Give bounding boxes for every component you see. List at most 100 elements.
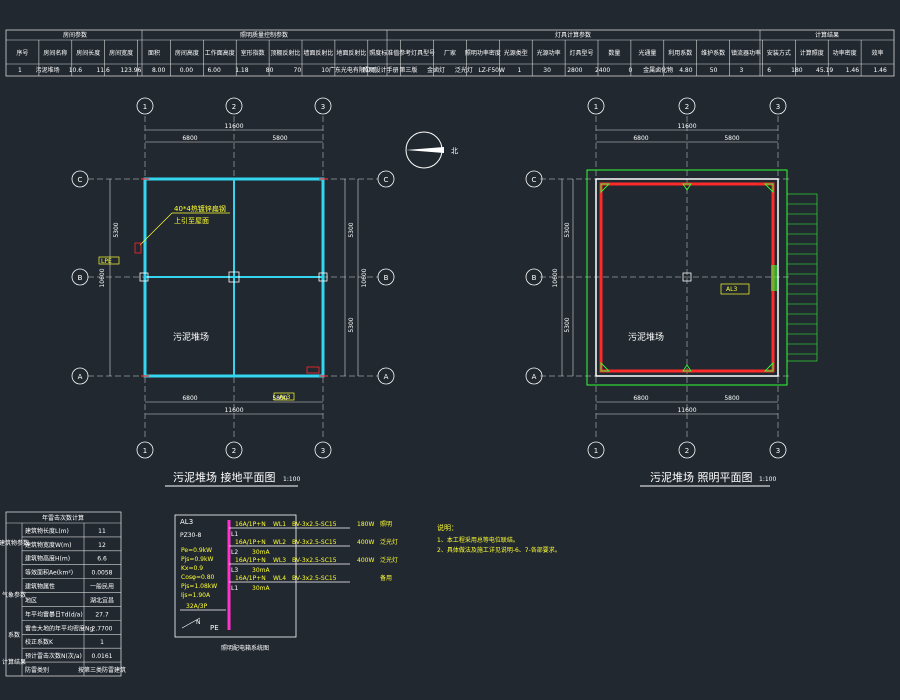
table-cell: 11.6: [96, 67, 110, 74]
panel-param: Pjs=0.9kW: [181, 556, 213, 563]
dim-right-a: 5300: [348, 222, 355, 237]
calc-label: 地区: [25, 596, 37, 604]
col-header: 房间长度: [76, 49, 100, 57]
notes-title: 说明：: [437, 523, 458, 532]
col-header: 维护系数: [701, 49, 725, 57]
calc-value: 按第三类防雷建筑: [78, 666, 126, 674]
calc-side-label: 系数: [8, 631, 20, 639]
table-cell: 180: [791, 67, 803, 74]
table-cell: 6.00: [207, 67, 221, 74]
table-cell: 金属卤化物: [643, 66, 673, 74]
circuit-id: WL3: [273, 557, 286, 564]
axis-label-row: C: [532, 176, 537, 184]
axis-label-col: 1: [594, 103, 598, 111]
col-header: 功率密度: [833, 49, 857, 57]
rdim-left-b: 5300: [564, 317, 571, 332]
axis-label-row: B: [532, 274, 537, 282]
col-header: 地面反射比: [336, 49, 366, 57]
table-cell: 50: [710, 67, 718, 74]
calc-label: 雷击大地的年平均密度Ng: [25, 624, 93, 632]
rdim-bottom-b: 5800: [724, 395, 739, 402]
panel-caption: 照明配电箱系统图: [221, 644, 269, 652]
panel-param: Pjs=1.08kW: [181, 583, 217, 590]
col-header: 效率: [872, 49, 884, 57]
calc-value: 湖北宜昌: [90, 596, 114, 604]
panel-name: AL3: [180, 518, 193, 526]
col-header: 序号: [16, 49, 28, 57]
calc-value: 12: [98, 542, 106, 549]
circuit-phase: L1: [231, 531, 238, 538]
dim-top-b: 5800: [272, 135, 287, 142]
table-cell: 70: [294, 67, 302, 74]
circuit-load: 400W: [357, 557, 374, 564]
group-header-room: 房间参数: [63, 31, 87, 39]
col-header: 厂家: [444, 49, 456, 57]
axis-label-col: 1: [143, 103, 147, 111]
calc-label: 校正系数K: [25, 638, 54, 646]
col-header: 数量: [608, 49, 620, 57]
col-header: 计算照度: [800, 49, 824, 57]
axis-label-col: 3: [776, 447, 780, 455]
table-cell: 1.46: [873, 67, 887, 74]
rdim-top-a: 6800: [633, 135, 648, 142]
rdim-left-total: 10600: [552, 268, 559, 287]
plan-title-left: 污泥堆场 接地平面图: [173, 470, 276, 484]
col-header: 房间名称: [43, 49, 67, 57]
axis-label-row: B: [78, 274, 83, 282]
axis-label-col: 1: [594, 447, 598, 455]
lighting-plan: 11600 6800 5800 6800 5800 11600 5300 530…: [540, 116, 818, 487]
table-cell: LZ-F50W: [478, 67, 505, 74]
calc-value: 0.0161: [92, 653, 113, 660]
axis-label-col: 1: [143, 447, 147, 455]
grounding-plan: 11600 6800 5800 6800 5800 11600 5300 106…: [88, 116, 378, 487]
table-cell: 4.80: [679, 67, 693, 74]
circuit-id: WL1: [273, 521, 286, 528]
table-cell: 3: [739, 67, 743, 74]
table-cell: 0: [628, 67, 632, 74]
col-header: 工作面高度: [205, 49, 235, 57]
table-cell: 6: [767, 67, 771, 74]
circuit-cable: BV-3x2.5-SC15: [292, 539, 337, 546]
dim-left-total: 10600: [99, 268, 106, 287]
notes-line-1: 1、本工程采用总等电位联结。: [437, 536, 519, 544]
notes-line-2: 2、具体做法及施工详见说明-6、7-各部要求。: [437, 546, 561, 554]
axis-label-col: 2: [685, 447, 689, 455]
circuit-desc: 照明: [380, 521, 392, 528]
table-cell: 1.18: [235, 67, 249, 74]
circuit-rcd: 30mA: [252, 567, 270, 574]
panel-param: Pe=0.9kW: [181, 547, 212, 554]
circuit-desc: 备用: [380, 574, 392, 582]
calc-label: 建筑物长度L(m): [25, 527, 69, 535]
group-header-result: 计算结果: [815, 31, 839, 39]
axis-label-col: 2: [685, 103, 689, 111]
table-cell: 80: [266, 67, 274, 74]
cad-drawing: 房间参数 照明质量控制参数 灯具计算参数 计算结果 序号 房间名称 房间长度 房间宽度…: [0, 29, 895, 677]
col-header: 面积: [148, 49, 160, 57]
circuit-cable: BV-3x2.5-SC15: [292, 521, 337, 528]
calc-label: 建筑物宽度W(m): [25, 541, 71, 549]
rdim-top-b: 5800: [724, 135, 739, 142]
table-cell: 10.6: [69, 67, 83, 74]
axis-label-row: C: [384, 176, 389, 184]
axis-label-row: A: [384, 373, 389, 381]
calc-value: 0.0058: [92, 570, 113, 577]
table-cell: 8.00: [152, 67, 166, 74]
stair-hatch: [786, 193, 818, 362]
dim-bottom-a: 6800: [182, 395, 197, 402]
plan-title-right: 污泥堆场 照明平面图: [650, 470, 753, 484]
lighting-calc-table: 房间参数 照明质量控制参数 灯具计算参数 计算结果 序号 房间名称 房间长度 房间宽度…: [5, 29, 895, 77]
dim-right-b: 5300: [348, 317, 355, 332]
calc-value: 一般民用: [90, 583, 114, 591]
axis-label-col: 3: [321, 103, 325, 111]
calc-value: 2.7700: [92, 625, 113, 632]
table-cell: 照明设计手册: [363, 66, 399, 74]
calc-value: 11: [98, 528, 106, 535]
lightning-calc-table: 年雷击次数计算 建筑物长度L(m) 11 建筑物宽度W(m) 12 建筑物高度H(m) 6…: [0, 511, 126, 677]
calc-label: 防雷类别: [25, 666, 49, 674]
rdim-bottom-a: 6800: [633, 395, 648, 402]
calc-side-label: 气象参数: [2, 591, 26, 599]
plan-scale-right: 1:100: [759, 476, 776, 483]
col-header: 照明功率密度: [465, 49, 501, 57]
table-cell: 30: [543, 67, 551, 74]
calc-value: 6.6: [97, 556, 107, 563]
